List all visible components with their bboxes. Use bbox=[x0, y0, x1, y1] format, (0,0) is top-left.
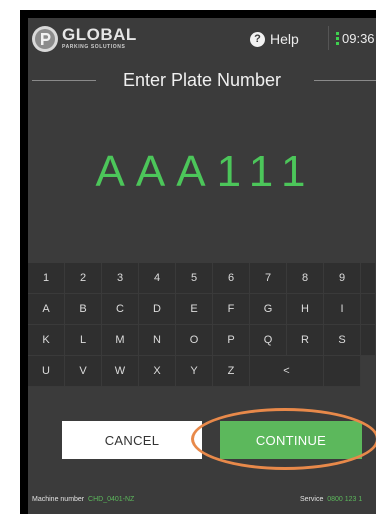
key-6[interactable]: 6 bbox=[213, 263, 250, 294]
help-label: Help bbox=[270, 31, 299, 47]
key-q[interactable]: Q bbox=[250, 325, 287, 356]
brand-logo: GLOBAL PARKING SOLUTIONS bbox=[62, 25, 137, 51]
key-h[interactable]: H bbox=[287, 294, 324, 325]
key-u[interactable]: U bbox=[28, 356, 65, 387]
key-f[interactable]: F bbox=[213, 294, 250, 325]
key-y[interactable]: Y bbox=[176, 356, 213, 387]
key-p[interactable]: P bbox=[213, 325, 250, 356]
key-k[interactable]: K bbox=[28, 325, 65, 356]
cancel-button[interactable]: CANCEL bbox=[62, 421, 202, 459]
machine-value: CHD_0401-NZ bbox=[88, 496, 135, 503]
kiosk-screen: GLOBAL PARKING SOLUTIONS ? Help 09:36 En… bbox=[28, 18, 376, 514]
machine-label: Machine number bbox=[32, 496, 85, 503]
key-r[interactable]: R bbox=[287, 325, 324, 356]
title-line-right bbox=[314, 80, 376, 81]
key-7[interactable]: 7 bbox=[250, 263, 287, 294]
title-row: Enter Plate Number bbox=[28, 68, 376, 92]
key-backspace[interactable]: < bbox=[250, 356, 324, 387]
key-d[interactable]: D bbox=[139, 294, 176, 325]
header-bar: GLOBAL PARKING SOLUTIONS ? Help 09:36 bbox=[28, 18, 376, 62]
key-z[interactable]: Z bbox=[213, 356, 250, 387]
brand-name: GLOBAL bbox=[62, 25, 137, 44]
keypad-row: KLMNOPQRS bbox=[28, 325, 376, 356]
key-a[interactable]: A bbox=[28, 294, 65, 325]
service-label: Service bbox=[300, 496, 324, 503]
key-n[interactable]: N bbox=[139, 325, 176, 356]
key-x[interactable]: X bbox=[139, 356, 176, 387]
key-e[interactable]: E bbox=[176, 294, 213, 325]
clock: 09:36 bbox=[336, 31, 375, 46]
key-5[interactable]: 5 bbox=[176, 263, 213, 294]
key-b[interactable]: B bbox=[65, 294, 102, 325]
key-blank[interactable] bbox=[361, 263, 376, 294]
key-9[interactable]: 9 bbox=[324, 263, 361, 294]
device-frame: GLOBAL PARKING SOLUTIONS ? Help 09:36 En… bbox=[20, 10, 376, 514]
key-4[interactable]: 4 bbox=[139, 263, 176, 294]
header-divider bbox=[328, 26, 329, 50]
key-blank[interactable] bbox=[361, 294, 376, 325]
key-o[interactable]: O bbox=[176, 325, 213, 356]
logo-p-icon bbox=[32, 26, 58, 52]
key-2[interactable]: 2 bbox=[65, 263, 102, 294]
continue-button[interactable]: CONTINUE bbox=[220, 421, 362, 459]
key-3[interactable]: 3 bbox=[102, 263, 139, 294]
key-i[interactable]: I bbox=[324, 294, 361, 325]
plate-display: AAA111 bbox=[95, 147, 317, 196]
keypad-row: ABCDEFGHI bbox=[28, 294, 376, 325]
key-1[interactable]: 1 bbox=[28, 263, 65, 294]
service-value: 0800 123 1 bbox=[327, 496, 363, 503]
key-w[interactable]: W bbox=[102, 356, 139, 387]
footer: Machine number CHD_0401-NZ Service 0800 … bbox=[28, 492, 376, 510]
help-button[interactable]: ? Help bbox=[250, 31, 299, 47]
signal-icon bbox=[336, 32, 339, 45]
brand-tagline: PARKING SOLUTIONS bbox=[62, 44, 126, 50]
key-m[interactable]: M bbox=[102, 325, 139, 356]
question-mark-icon: ? bbox=[250, 31, 265, 47]
clock-time: 09:36 bbox=[342, 31, 375, 46]
key-blank[interactable] bbox=[324, 356, 361, 387]
key-l[interactable]: L bbox=[65, 325, 102, 356]
keypad-row: 123456789 bbox=[28, 263, 376, 294]
key-c[interactable]: C bbox=[102, 294, 139, 325]
key-s[interactable]: S bbox=[324, 325, 361, 356]
service-number: Service 0800 123 1 bbox=[300, 496, 362, 503]
keypad-row: U V W X Y Z < bbox=[28, 356, 376, 387]
machine-number: Machine number CHD_0401-NZ bbox=[32, 496, 134, 503]
key-g[interactable]: G bbox=[250, 294, 287, 325]
key-8[interactable]: 8 bbox=[287, 263, 324, 294]
key-v[interactable]: V bbox=[65, 356, 102, 387]
key-blank[interactable] bbox=[361, 325, 376, 356]
